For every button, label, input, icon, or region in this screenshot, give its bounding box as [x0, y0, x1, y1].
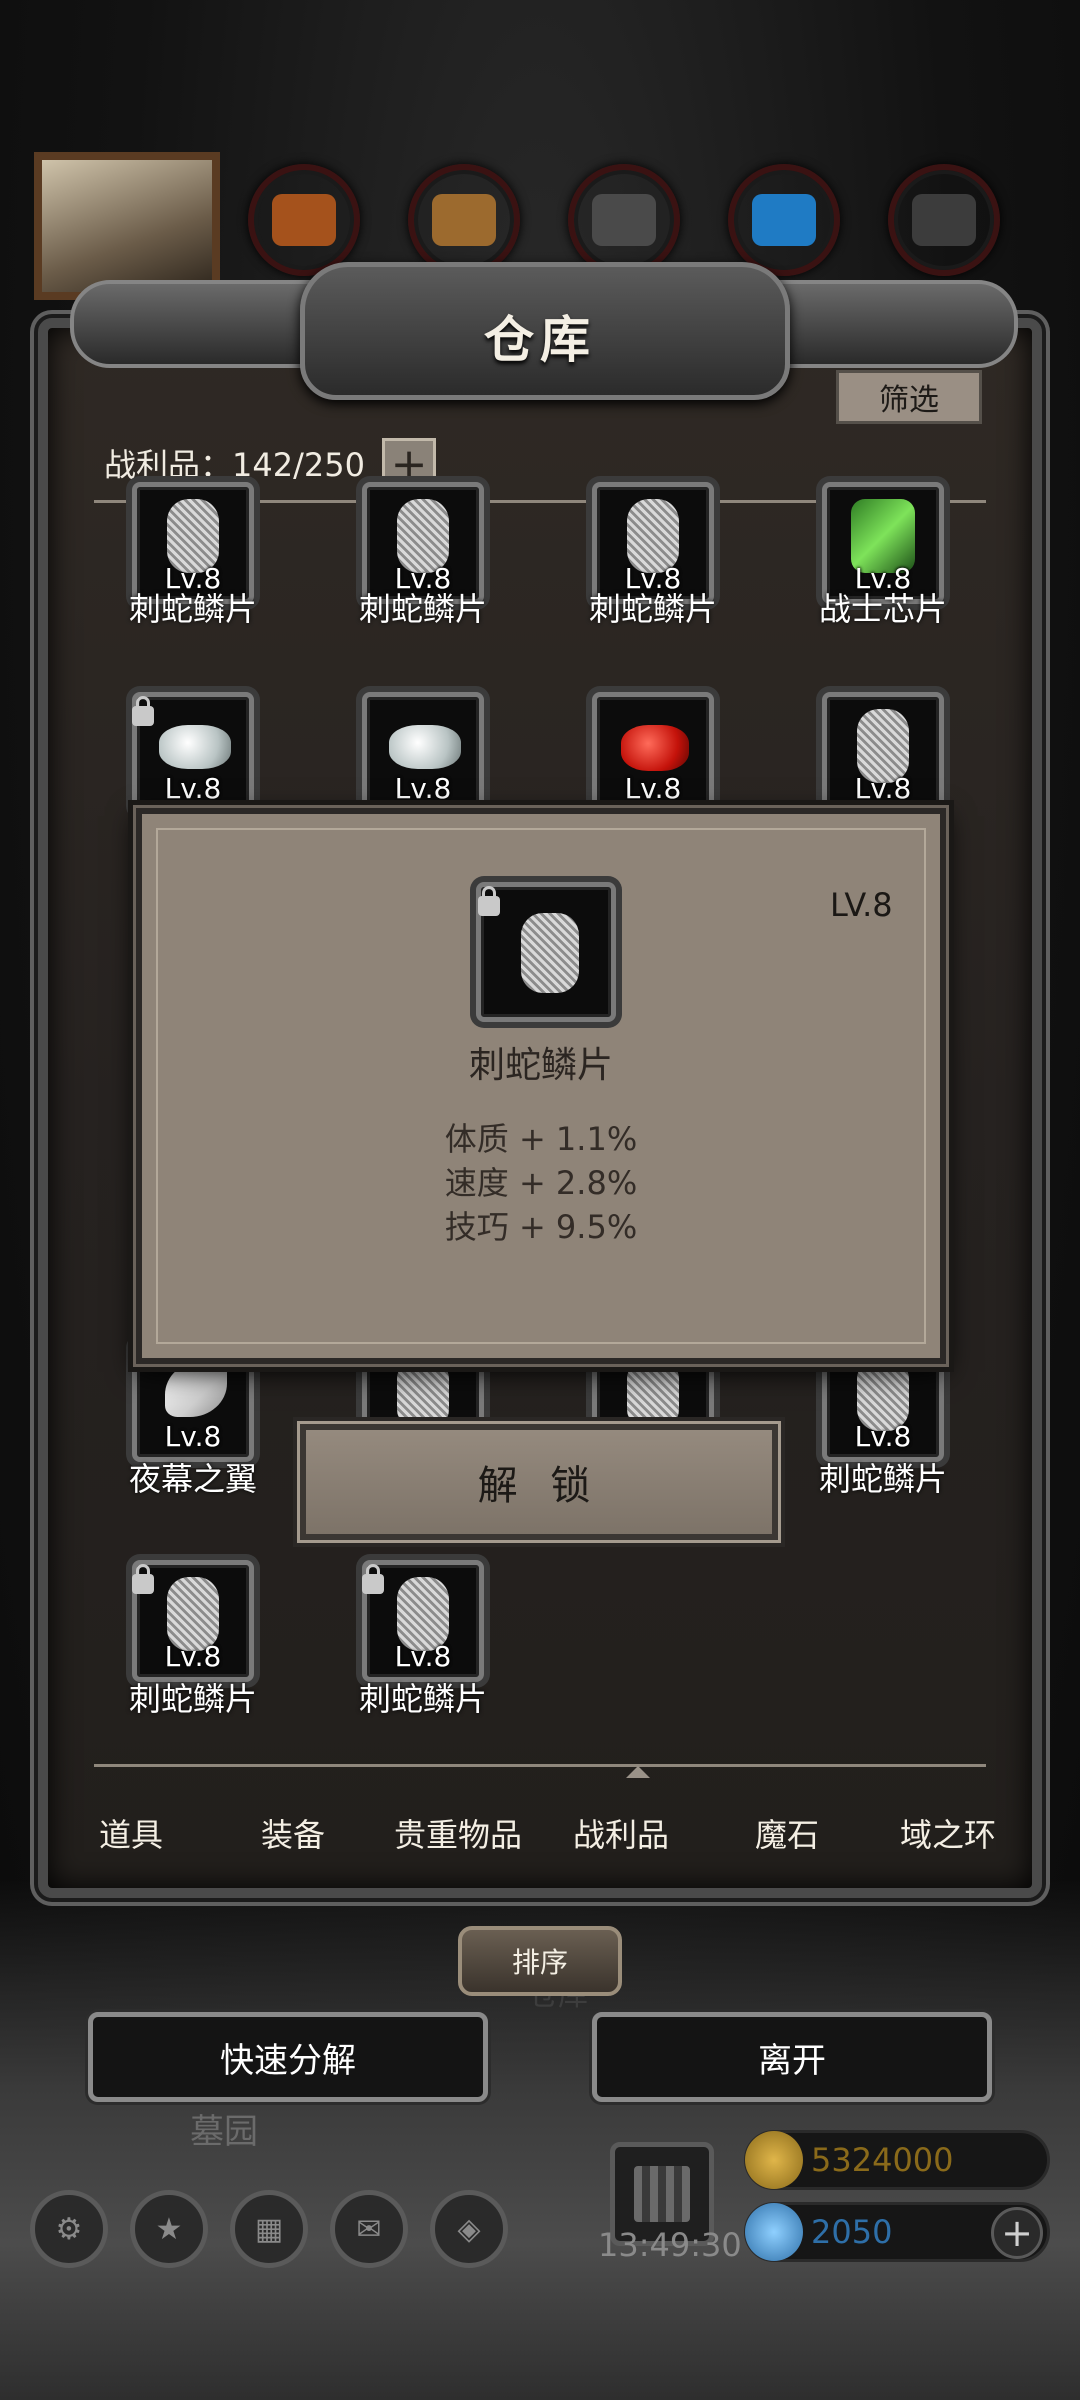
add-gems-button[interactable]: + [991, 2207, 1043, 2259]
gold-amount: 5324000 [811, 2141, 954, 2179]
item-name: 战士芯片 [818, 590, 947, 628]
item-level: Lv.8 [854, 772, 912, 805]
item-slot[interactable]: Lv.8 [822, 692, 944, 814]
location-label: 墓园 [190, 2112, 258, 2152]
tab-magic-stones[interactable]: 魔石 [722, 1810, 852, 1870]
scale-icon [397, 1357, 449, 1431]
item-name: 刺蛇鳞片 [588, 590, 717, 628]
stat-line: 速度 + 2.8% [444, 1164, 638, 1202]
item-name: 刺蛇鳞片 [358, 590, 487, 628]
item-name: 刺蛇鳞片 [818, 1460, 947, 1498]
iron-ingot-icon[interactable] [568, 164, 680, 276]
divider [94, 1764, 986, 1767]
panel-ornament-left [70, 280, 338, 368]
gold-coin-icon [745, 2131, 803, 2189]
sort-button[interactable]: 排序 [458, 1926, 622, 1996]
scale-icon [521, 913, 579, 993]
star-icon[interactable]: ★ [130, 2190, 208, 2268]
unlock-button[interactable]: 解 锁 [300, 1424, 778, 1540]
quick-decompose-button[interactable]: 快速分解 [88, 2012, 488, 2102]
item-level: Lv.8 [854, 1420, 912, 1453]
item-slot[interactable]: Lv.8 [362, 692, 484, 814]
tab-loot[interactable]: 战利品 [556, 1810, 686, 1870]
map-icon[interactable]: ▦ [230, 2190, 308, 2268]
scale-icon [627, 1357, 679, 1431]
copper-ore-icon[interactable] [248, 164, 360, 276]
item-name: 刺蛇鳞片 [358, 1680, 487, 1718]
item-detail-popup: LV.8 刺蛇鳞片 体质 + 1.1% 速度 + 2.8% 技巧 + 9.5% [136, 808, 946, 1364]
item-level: Lv.8 [164, 1640, 222, 1673]
item-level: Lv.8 [394, 1640, 452, 1673]
tab-domain-rings[interactable]: 域之环 [878, 1810, 1018, 1870]
mail-icon[interactable]: ✉ [330, 2190, 408, 2268]
filter-button[interactable]: 筛选 [836, 370, 982, 424]
gold-currency: 5324000 [744, 2130, 1050, 2190]
gem-currency: 2050 + [744, 2202, 1050, 2262]
popup-item-level: LV.8 [830, 886, 893, 924]
lock-icon [132, 696, 154, 726]
item-name: 刺蛇鳞片 [128, 590, 257, 628]
crystal-shards-icon[interactable] [728, 164, 840, 276]
lock-icon [478, 886, 500, 916]
item-name: 刺蛇鳞片 [128, 1680, 257, 1718]
loot-count: 战利品：142/250 [104, 446, 365, 484]
lock-icon [132, 1564, 154, 1594]
tab-items[interactable]: 道具 [66, 1810, 196, 1870]
leave-button[interactable]: 离开 [592, 2012, 992, 2102]
panel-ornament-right [750, 280, 1018, 368]
tab-valuables[interactable]: 贵重物品 [378, 1810, 538, 1870]
white-stone-icon [389, 725, 461, 769]
box-icon[interactable]: ◈ [430, 2190, 508, 2268]
item-level: Lv.8 [164, 1420, 222, 1453]
active-tab-indicator [626, 1766, 650, 1778]
red-stone-icon [621, 725, 689, 771]
item-level: Lv.8 [164, 772, 222, 805]
wing-icon [165, 1361, 227, 1417]
gem-amount: 2050 [811, 2213, 893, 2251]
tab-equipment[interactable]: 装备 [228, 1810, 358, 1870]
wood-planks-icon[interactable] [408, 164, 520, 276]
item-slot[interactable]: Lv.8 [592, 692, 714, 814]
gift-timer: 13:49:30 [598, 2226, 742, 2264]
panel-title: 仓库 [484, 311, 596, 369]
settings-icon[interactable]: ⚙ [30, 2190, 108, 2268]
popup-item-name: 刺蛇鳞片 [468, 1045, 613, 1086]
stat-line: 技巧 + 9.5% [444, 1208, 638, 1246]
blue-gem-icon [745, 2203, 803, 2261]
item-name: 夜幕之翼 [128, 1460, 257, 1498]
player-avatar[interactable] [34, 152, 220, 300]
item-level: Lv.8 [394, 772, 452, 805]
white-stone-icon [159, 725, 231, 769]
lock-icon [362, 1564, 384, 1594]
stat-line: 体质 + 1.1% [444, 1120, 638, 1158]
item-level: Lv.8 [624, 772, 682, 805]
stone-block-icon[interactable] [888, 164, 1000, 276]
